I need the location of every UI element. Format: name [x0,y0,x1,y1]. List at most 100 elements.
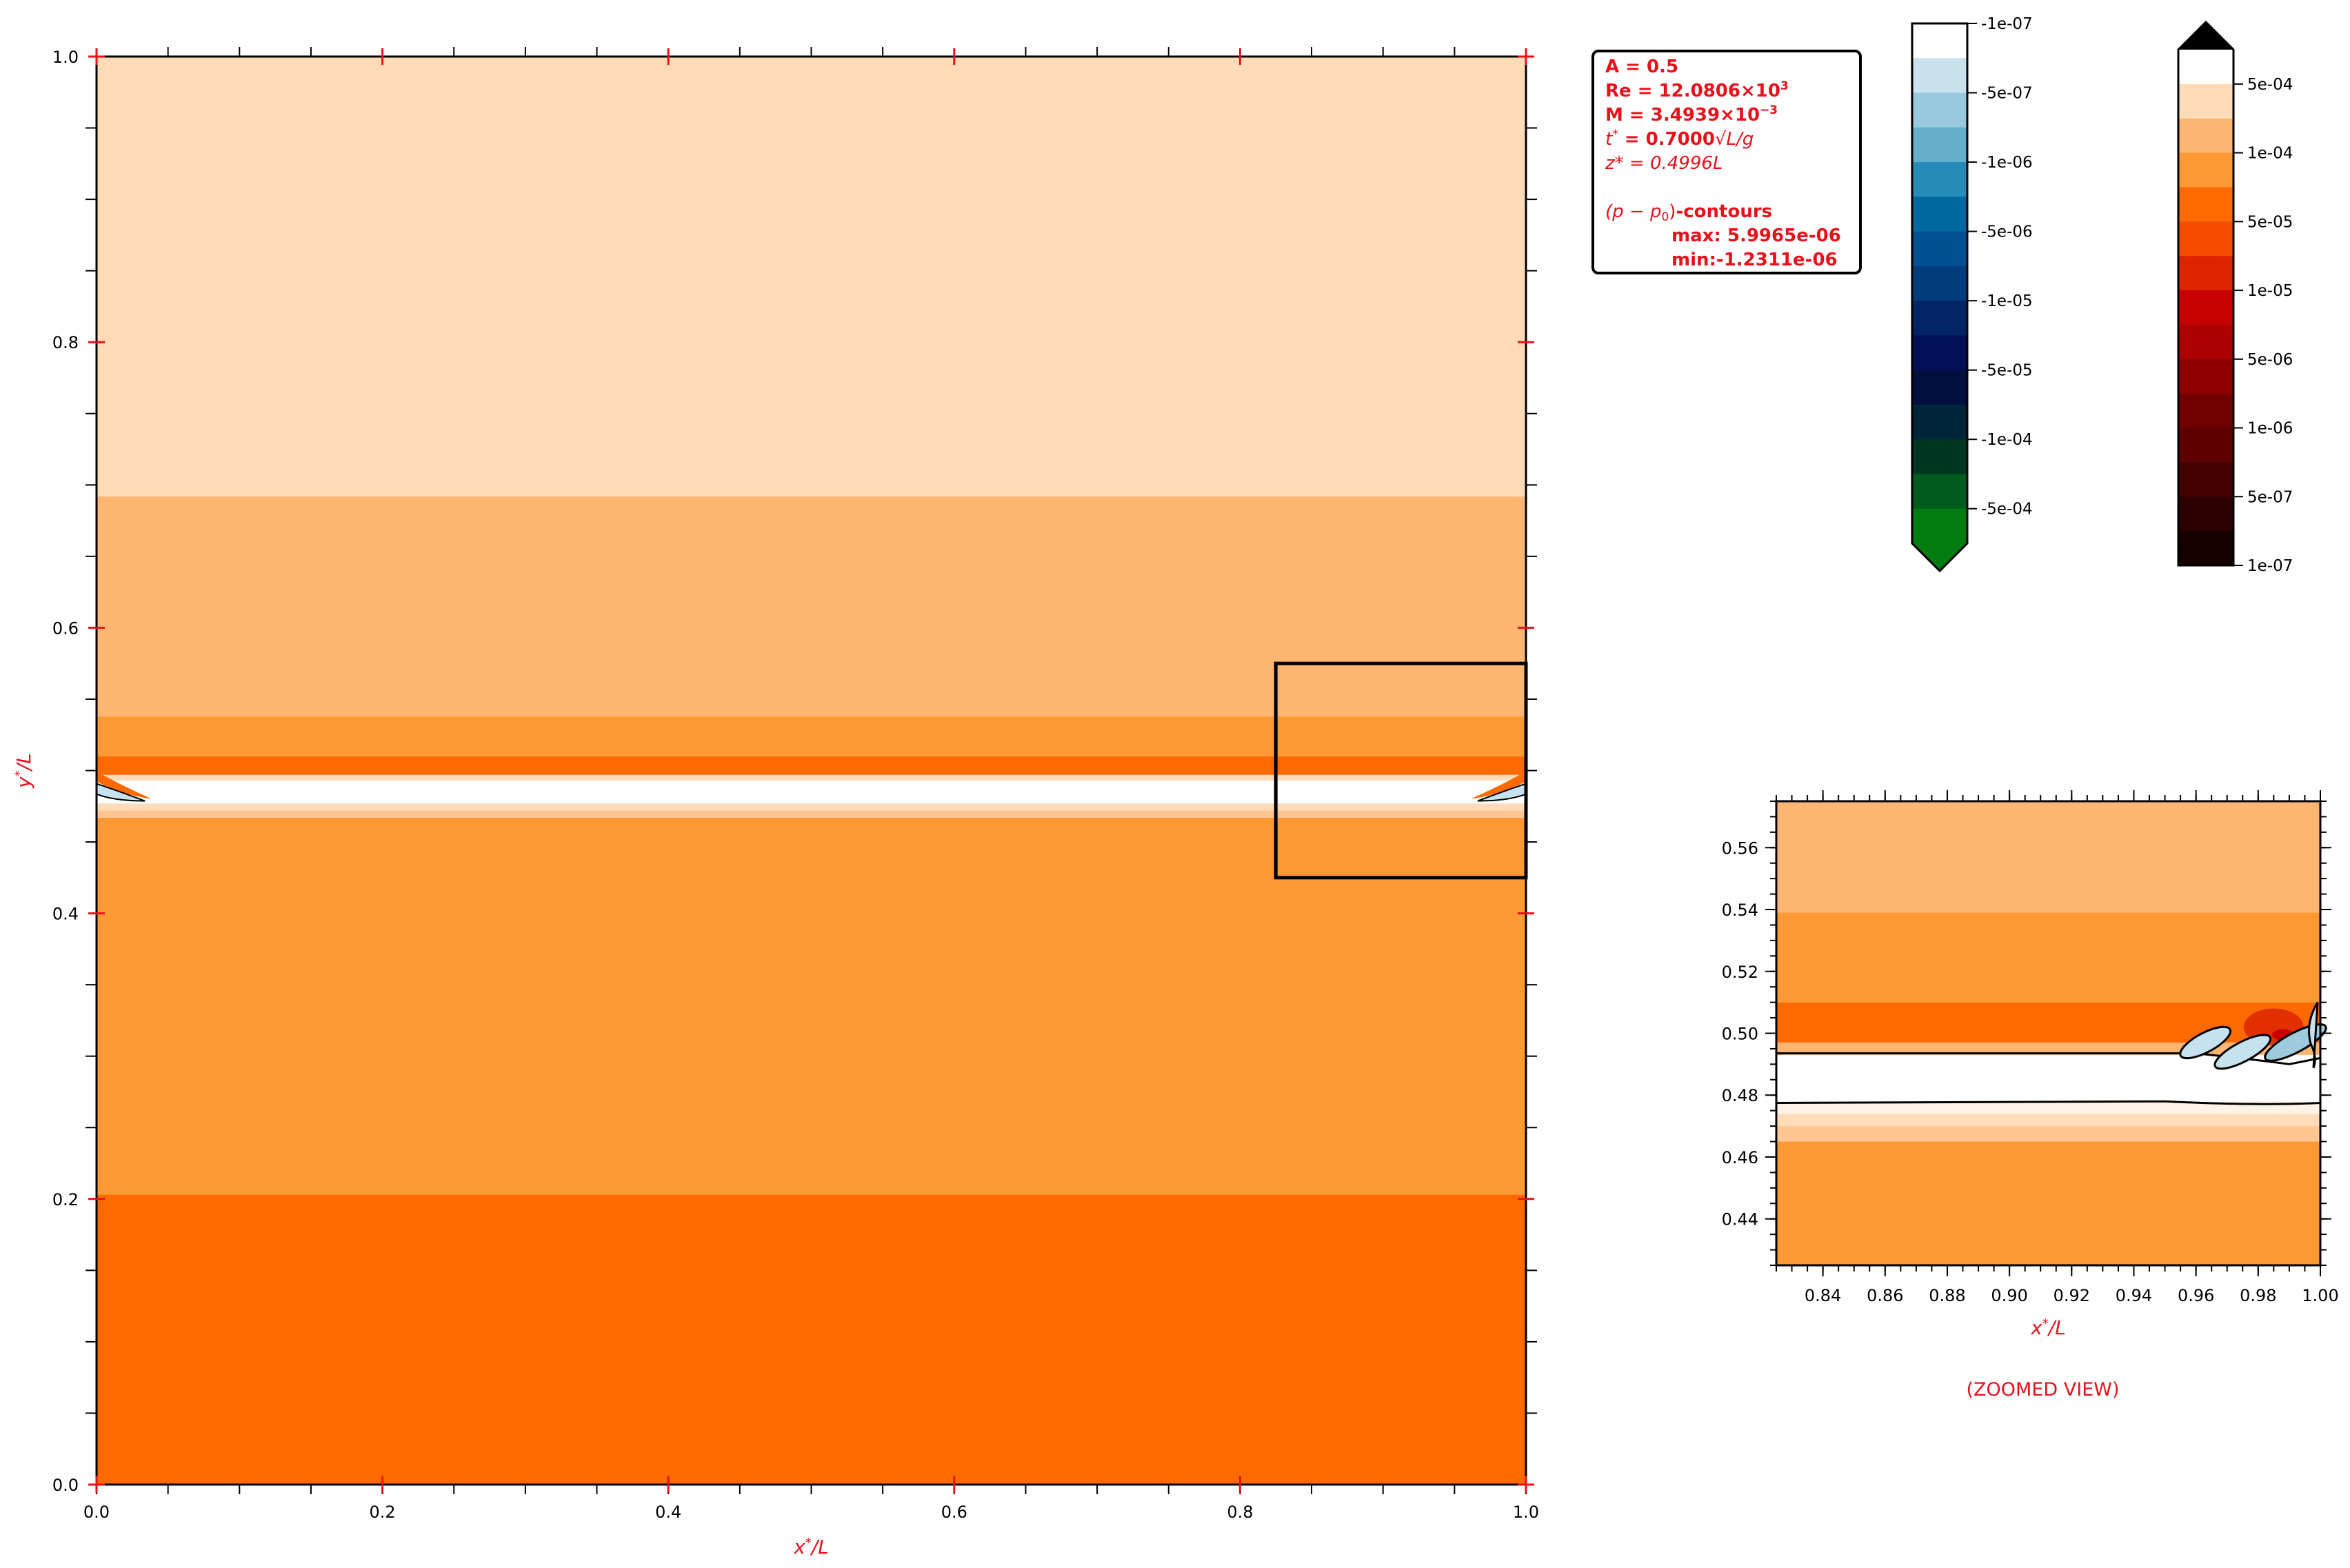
zoom-x-tick-label: 0.96 [2178,1286,2214,1305]
contour-band [97,774,1526,781]
contour-min: min:-1.2311e-06 [1671,250,1838,270]
figure: 0.0 0.2 0.4 0.6 0.8 1.0 0.0 0.2 0.4 0.6 0.8 1.0 x*/L… [12,15,2339,1558]
zoom-contour-band [1776,912,2320,1003]
zoom-contour-band [1776,801,2320,913]
param-time: t* = 0.7000√L/g [1605,128,1754,150]
zoom-contour-band [1776,1141,2320,1265]
colorbar-cell [2178,152,2233,188]
contour-band [97,780,1526,804]
colorbar-cell [1912,162,1967,197]
y-axis-label: y*/L [12,753,35,789]
colorbar-tick-label: 1e-04 [2247,145,2293,163]
zoom-x-tick-label: 0.86 [1867,1286,1903,1305]
y-tick-label: 1.0 [52,48,79,67]
zoom-caption: (ZOOMED VIEW) [1967,1379,2120,1400]
zoom-contour-band [1776,1114,2320,1127]
zoom-x-tick-label: 1.00 [2302,1286,2338,1305]
colorbar-cell [2178,118,2233,154]
zoom-y-tick-label: 0.46 [1722,1148,1758,1167]
zoom-y-tick-label: 0.56 [1722,838,1758,858]
colorbar-cell [1912,231,1967,267]
colorbar-tick-label: -1e-07 [1981,15,2033,33]
colorbar-tick-label: -1e-06 [1981,154,2033,172]
y-tick-label: 0.6 [52,619,79,638]
colorbar-cell [1912,439,1967,474]
colorbar-tick-label: 5e-06 [2247,351,2293,369]
colorbar-cell [2178,256,2233,291]
colorbar-tick-label: 5e-07 [2247,488,2293,506]
x-tick-label: 1.0 [1513,1502,1539,1522]
zoom-plot: 0.84 0.86 0.88 0.90 0.92 0.94 0.96 0.98 1.00 0.44… [1722,790,2339,1400]
main-plot: 0.0 0.2 0.4 0.6 0.8 1.0 0.0 0.2 0.4 0.6 0.8 1.0 x*/L… [12,47,1539,1558]
y-tick-label: 0.0 [52,1476,79,1495]
colorbar-cell [1912,23,1967,59]
x-tick-label: 0.2 [370,1502,396,1522]
colorbar-tick-label: 1e-05 [2247,282,2293,300]
colorbar-cell [1912,92,1967,128]
contour-band [97,803,1526,811]
colorbar-cell [2178,393,2233,429]
x-tick-label: 0.0 [83,1502,110,1522]
zoom-y-tick-label: 0.54 [1722,901,1758,920]
parameter-box: A = 0.5 Re = 12.0806×103 M = 3.4939×10−3… [1591,50,1862,274]
zoom-x-tick-label: 0.88 [1929,1286,1965,1305]
contour-band [97,756,1526,775]
colorbar-cell [2178,428,2233,463]
zoom-contour-band [1776,1002,2320,1043]
colorbar-cell [2178,83,2233,119]
negative-colorbar: -1e-07 -5e-07 -1e-06 -5e-06 -1e-05 -5e-05 -1e-… [1911,15,2033,573]
colorbar-cell [2178,359,2233,394]
colorbar-cell [1912,127,1967,163]
colorbar-cell [2178,462,2233,497]
zoom-x-tick-label: 0.84 [1805,1286,1841,1305]
colorbar-cell [2178,221,2233,257]
colorbar-tick-label: -5e-04 [1981,501,2033,519]
positive-colorbar: 1e-07 5e-07 1e-06 5e-06 1e-05 5e-05 1e-04 5e-04 [2177,20,2293,575]
colorbar-tick-label: 5e-04 [2247,76,2293,94]
colorbar-cell [1912,301,1967,336]
colorbar-cell [2178,187,2233,222]
colorbar-extend-arrow [2178,22,2233,50]
colorbar-tick-label: -5e-05 [1981,362,2033,380]
colorbar-cell [1912,370,1967,405]
zoom-x-axis-label: x*/L [2030,1316,2066,1339]
colorbar-cell [1912,58,1967,94]
colorbar-extend-arrow [1912,543,1967,571]
zoom-x-tick-label: 0.92 [2053,1286,2090,1305]
colorbar-cell [1912,404,1967,440]
colorbar-tick-label: 1e-07 [2247,557,2293,575]
contour-label: (p − p0)-contours [1605,201,1773,224]
colorbar-tick-label: 1e-06 [2247,420,2293,438]
zoom-y-tick-label: 0.52 [1722,963,1758,982]
param-z: z* = 0.4996L [1605,153,1723,174]
contour-band [97,1194,1526,1485]
colorbar-tick-label: -1e-05 [1981,292,2033,310]
x-tick-label: 0.6 [941,1502,967,1522]
colorbar-cell [1912,197,1967,232]
zoom-y-tick-label: 0.50 [1722,1025,1758,1044]
y-tick-label: 0.4 [52,905,79,924]
colorbar-cell [1912,508,1967,544]
contour-band [97,716,1526,756]
contour-max: max: 5.9965e-06 [1671,225,1841,246]
colorbar-cell [2178,324,2233,360]
colorbar-cell [1912,474,1967,510]
param-Re: Re = 12.0806×103 [1605,79,1789,102]
zoom-y-tick-label: 0.48 [1722,1086,1758,1105]
colorbar-cell [2178,50,2233,85]
colorbar-tick-label: -5e-07 [1981,85,2033,103]
colorbar-cell [2178,290,2233,325]
x-tick-label: 0.8 [1227,1502,1253,1522]
colorbar-cell [2178,496,2233,532]
zoom-x-tick-label: 0.94 [2116,1286,2152,1305]
y-tick-label: 0.2 [52,1190,79,1209]
y-tick-label: 0.8 [52,333,79,352]
contour-band [97,496,1526,716]
param-A: A = 0.5 [1605,57,1679,77]
zoom-x-tick-label: 0.98 [2240,1286,2276,1305]
colorbar-cell [1912,265,1967,301]
param-M: M = 3.4939×10−3 [1605,103,1778,126]
zoom-y-tick-label: 0.44 [1722,1210,1758,1229]
contour-band [97,817,1526,1195]
colorbar-cell [1912,335,1967,371]
